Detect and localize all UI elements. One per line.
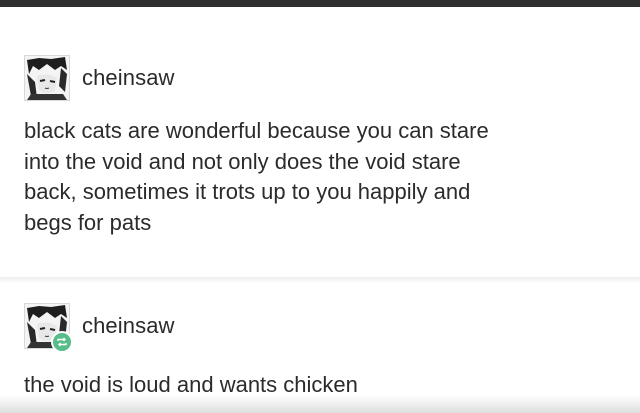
avatar[interactable]	[24, 55, 70, 101]
post-username[interactable]: cheinsaw	[82, 313, 175, 339]
reblog-icon	[57, 337, 67, 347]
post-body-line: begs for pats	[24, 209, 152, 235]
post-body-line: black cats are wonderful because you can…	[24, 118, 489, 143]
post-reblog: cheinsaw the void is loud and wants chic…	[0, 282, 640, 413]
anime-avatar-icon	[25, 56, 69, 100]
bottom-fade	[0, 395, 640, 413]
post-username[interactable]: cheinsaw	[82, 65, 175, 91]
post-body-line: back, sometimes it trots up to you happi…	[24, 179, 471, 204]
top-bar	[0, 0, 640, 7]
post-body-line: into the void and not only does the void…	[24, 148, 461, 174]
post-body: black cats are wonderful because you can…	[24, 116, 624, 238]
reblog-badge	[51, 331, 73, 353]
post-original: cheinsaw black cats are wonderful becaus…	[0, 7, 640, 277]
